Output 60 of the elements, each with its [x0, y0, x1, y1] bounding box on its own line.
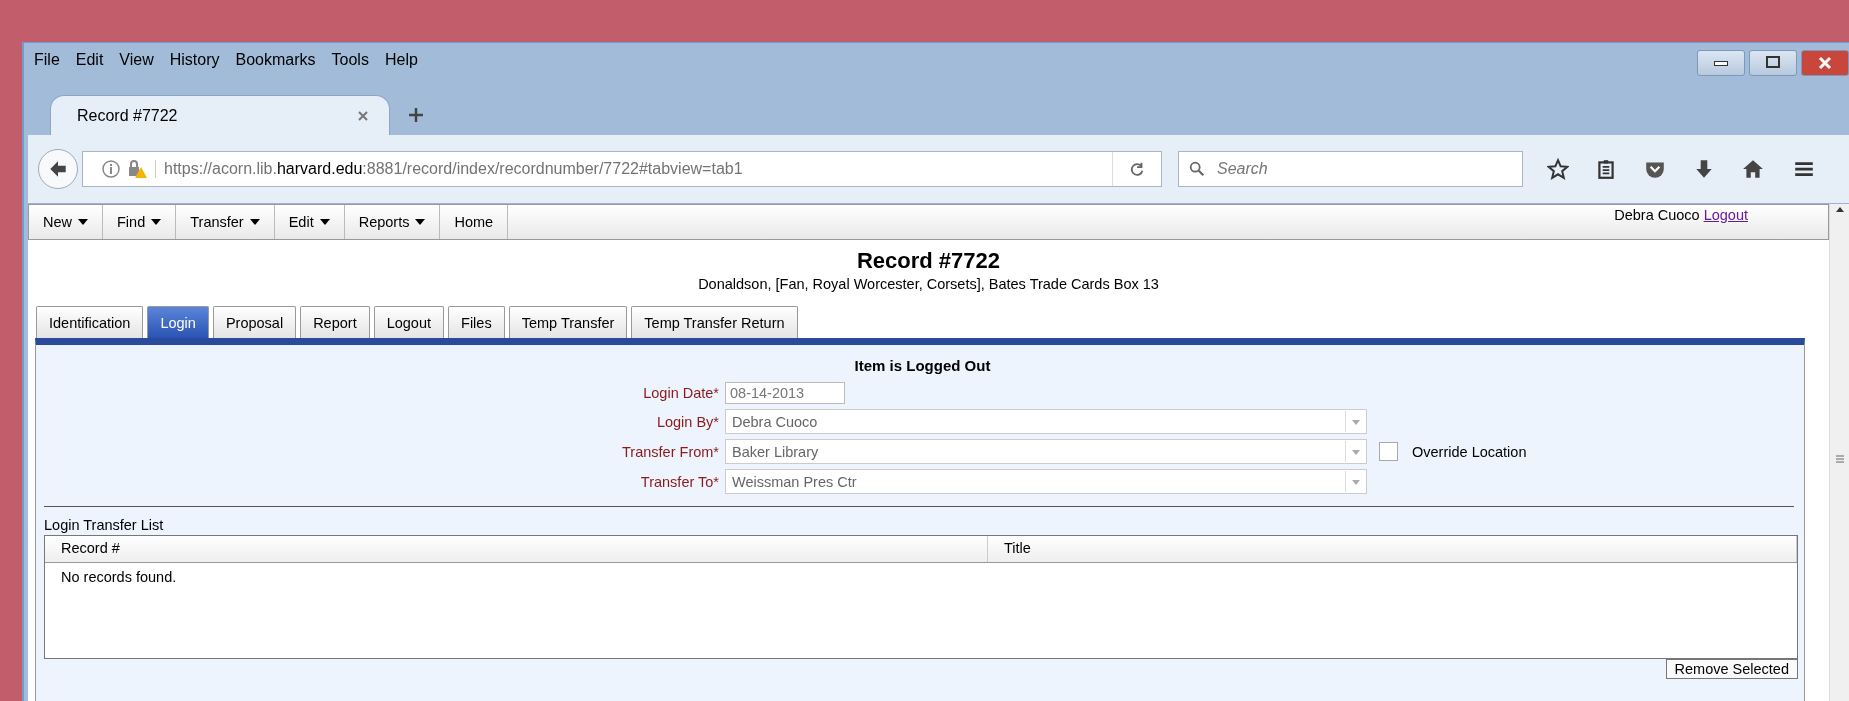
menu-item[interactable]: File: [34, 51, 60, 69]
reload-icon: [1128, 160, 1146, 178]
checkbox[interactable]: [1379, 442, 1398, 461]
menu-item[interactable]: History: [169, 51, 220, 69]
field-label: Transfer To*: [639, 473, 719, 490]
menu-button[interactable]: Transfer: [176, 205, 275, 239]
date-field[interactable]: 08-14-2013: [725, 382, 845, 404]
tab[interactable]: Identification: [36, 306, 144, 338]
address-bar[interactable]: https://acorn.lib.harvard.edu:8881/record/index/recordnumber/7722#tabview=tab1: [82, 151, 1162, 187]
status-heading: Item is Logged Out: [853, 357, 992, 374]
close-button[interactable]: [1801, 50, 1849, 76]
search-field[interactable]: Search: [1178, 151, 1523, 187]
logout-link[interactable]: Logout: [1703, 207, 1748, 239]
dropdown-field[interactable]: Weissman Pres Ctr: [725, 469, 1367, 494]
list-title: Login Transfer List: [44, 517, 165, 533]
search-icon: [1188, 160, 1206, 178]
maximize-button[interactable]: [1749, 50, 1797, 76]
menu-item[interactable]: Edit: [75, 51, 104, 69]
tab[interactable]: Login: [147, 306, 209, 338]
clipboard-icon[interactable]: [1595, 158, 1617, 180]
user-name: Debra Cuoco: [1614, 207, 1700, 225]
menu-button[interactable]: Find: [103, 205, 177, 239]
tab[interactable]: Logout: [373, 306, 445, 338]
tab[interactable]: Report: [300, 306, 370, 338]
back-button[interactable]: [38, 149, 78, 189]
column-header[interactable]: Record #: [45, 536, 988, 562]
minimize-icon: [1714, 60, 1728, 66]
grip-icon: [1834, 455, 1845, 463]
empty-message: No records found.: [60, 568, 178, 587]
field-label: Login Date*: [642, 385, 719, 401]
field-label: Transfer From*: [621, 443, 719, 460]
home-icon[interactable]: [1741, 158, 1765, 180]
menu-item[interactable]: Tools: [331, 51, 369, 69]
dropdown-field[interactable]: Baker Library: [725, 439, 1367, 464]
field-label: Login By*: [655, 413, 719, 430]
minimize-button[interactable]: [1697, 50, 1745, 76]
scrollbar[interactable]: [1829, 204, 1849, 701]
menu-button[interactable]: Home: [440, 205, 509, 239]
record-subtitle: Donaldson, [Fan, Royal Worcester, Corsets], Bates Trade Cards Box 13: [697, 276, 1160, 292]
menu-button[interactable]: New: [29, 205, 103, 239]
plus-icon[interactable]: [406, 105, 426, 125]
record-title: Record #7722: [855, 248, 1002, 274]
tab[interactable]: Files: [448, 306, 505, 338]
info-icon[interactable]: [101, 159, 121, 179]
tab[interactable]: Temp Transfer Return: [631, 306, 798, 338]
menu-button[interactable]: Edit: [274, 205, 345, 239]
tab[interactable]: Proposal: [212, 306, 297, 338]
url-text: https://acorn.lib.harvard.edu:8881/record/index/recordnumber/7722#tabview=tab1: [155, 160, 1106, 178]
checkbox-label: Override Location: [1412, 443, 1527, 460]
dropdown-field[interactable]: Debra Cuoco: [725, 409, 1367, 434]
browser-tab[interactable]: Record #7722: [50, 95, 390, 135]
tab[interactable]: Temp Transfer: [508, 306, 628, 338]
remove-selected-button[interactable]: Remove Selected: [1665, 659, 1798, 679]
menu-item[interactable]: Help: [384, 51, 418, 69]
menu-item[interactable]: View: [119, 51, 154, 69]
column-header[interactable]: Title: [988, 536, 1797, 562]
lock-warning-icon[interactable]: [127, 159, 149, 179]
menu-button[interactable]: Reports: [344, 205, 441, 239]
menu-item[interactable]: Bookmarks: [235, 51, 316, 69]
star-icon[interactable]: [1547, 158, 1569, 180]
